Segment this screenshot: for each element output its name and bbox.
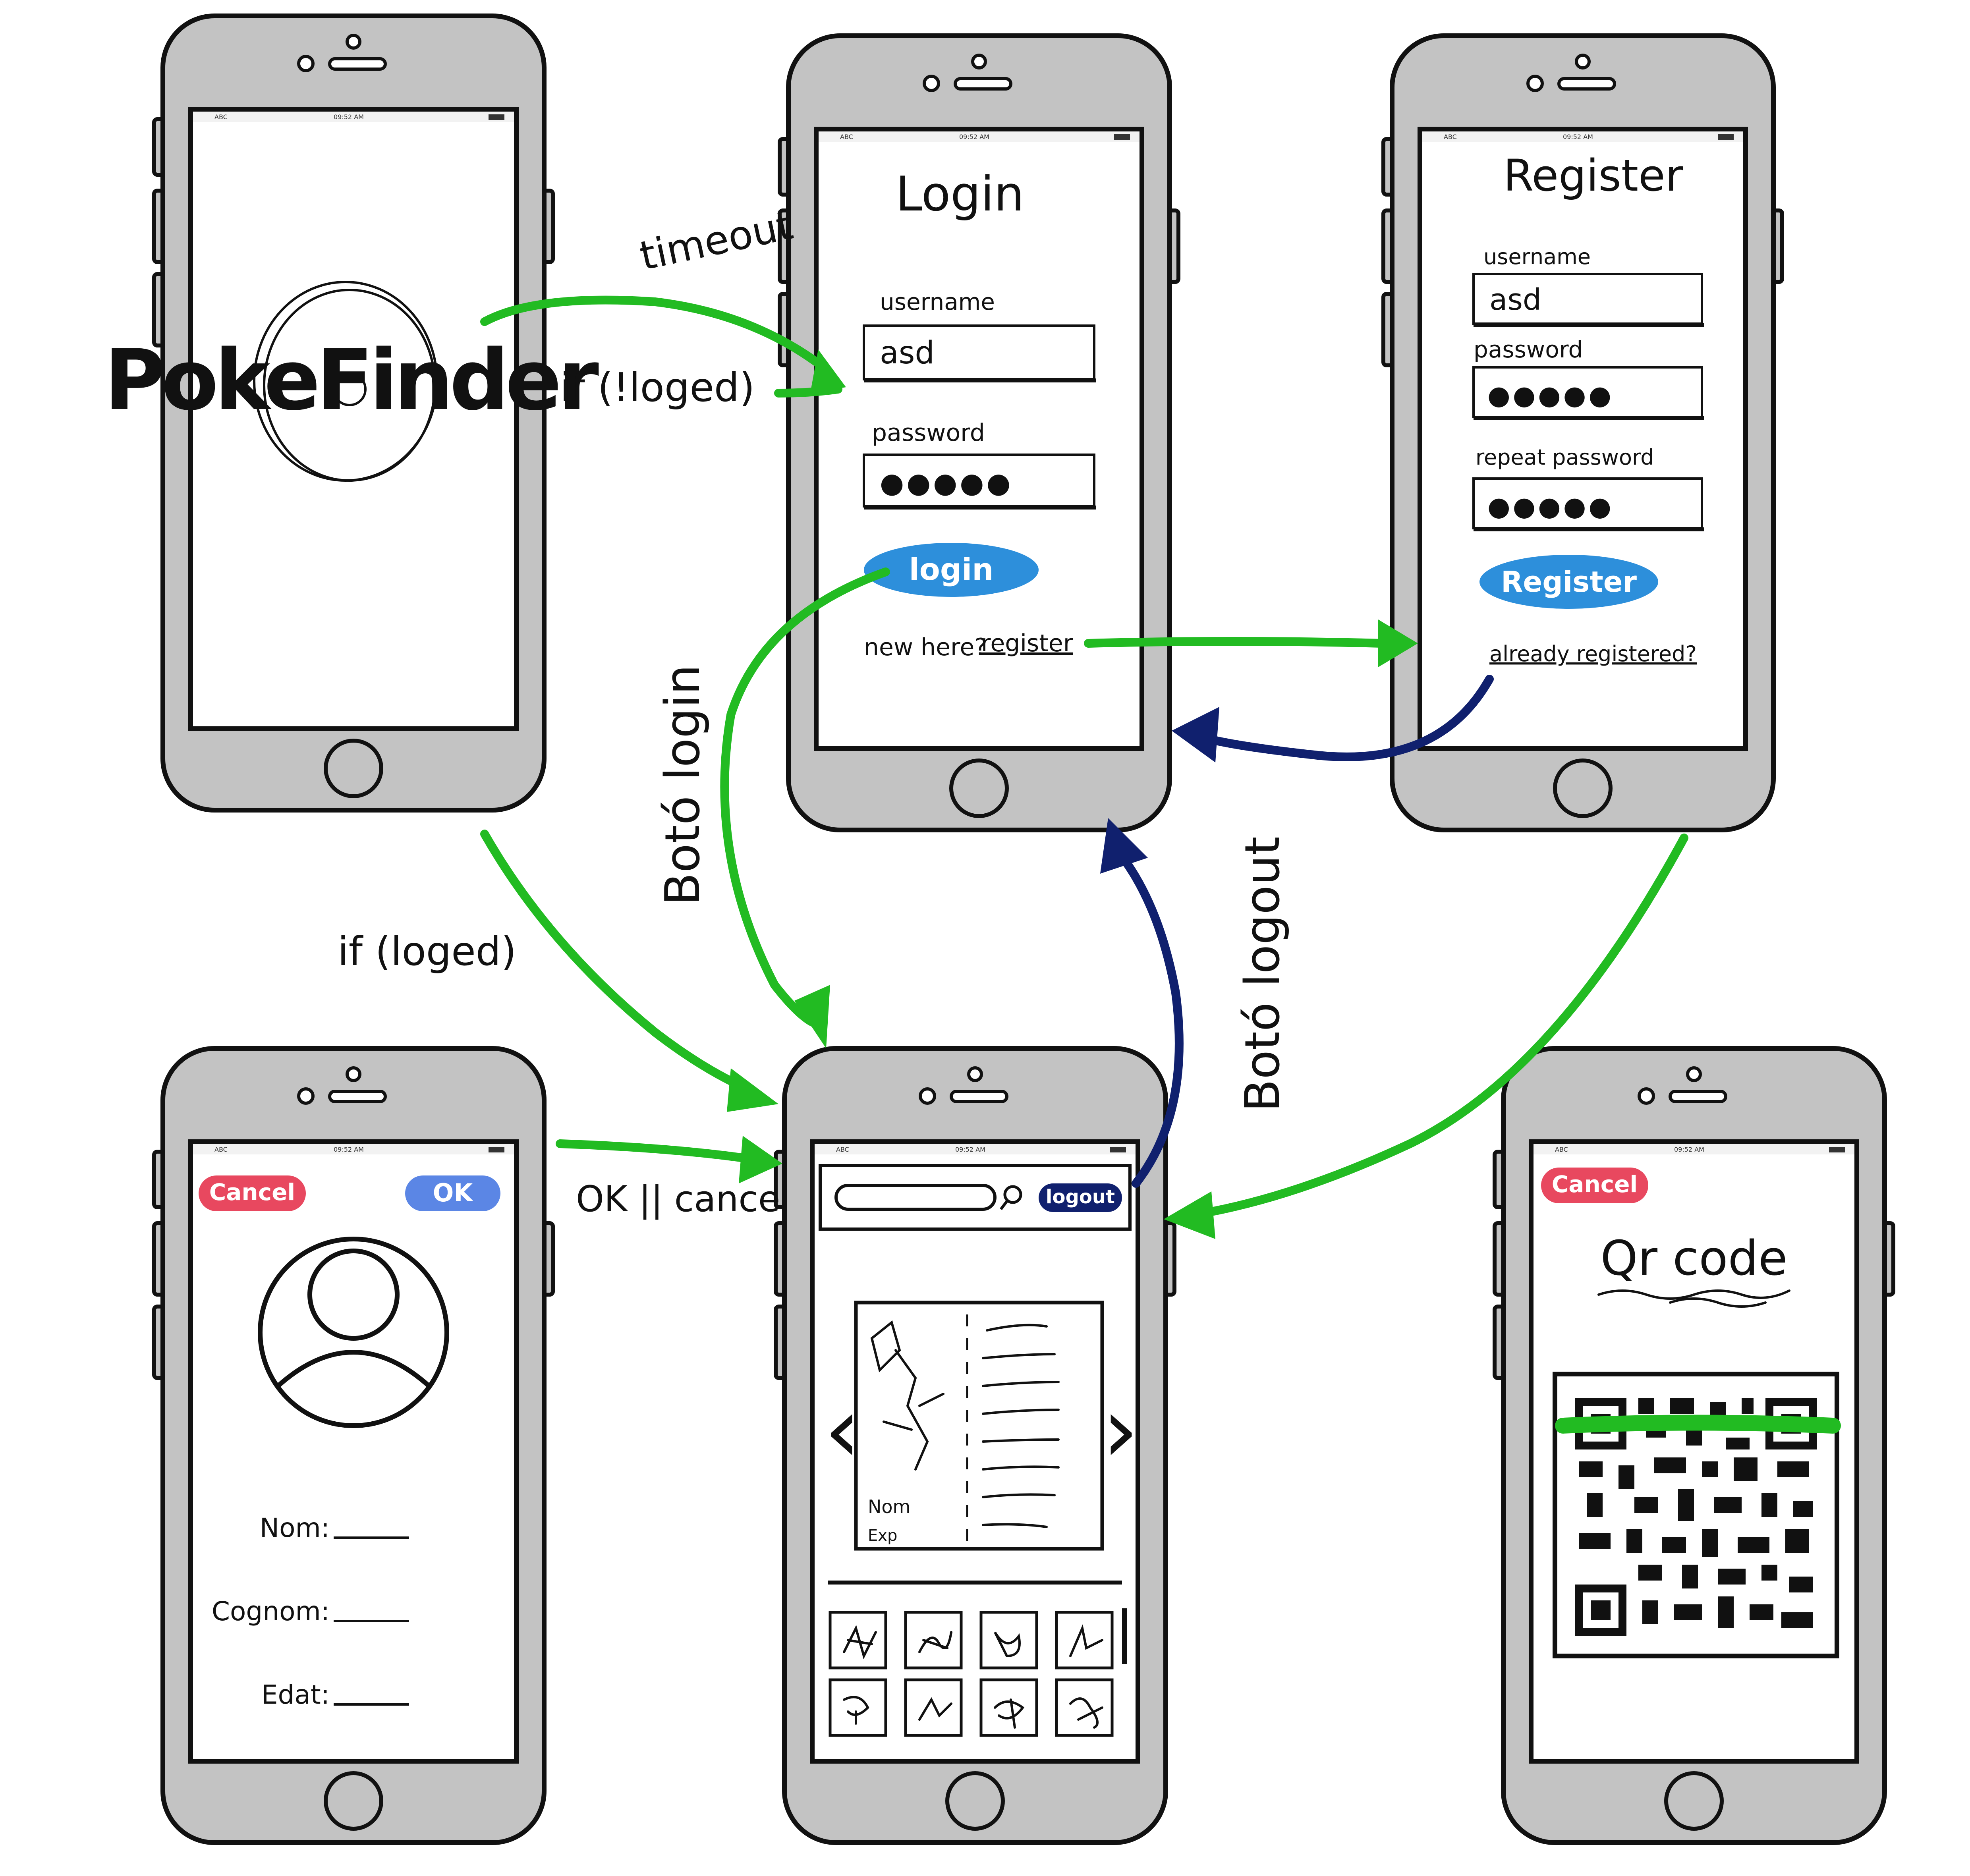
battery-icon — [1114, 134, 1130, 140]
arrowhead — [727, 1068, 778, 1112]
battery-icon — [489, 114, 504, 120]
qr-title: Qr code — [1600, 1231, 1787, 1286]
username-field[interactable]: asd — [1472, 273, 1704, 327]
password-value: ●●●●● — [1487, 380, 1614, 411]
repeat-password-value: ●●●●● — [1487, 491, 1614, 522]
login-title: Login — [896, 167, 1024, 222]
grid-item[interactable] — [1055, 1678, 1114, 1737]
status-carrier: ABC — [1555, 1146, 1568, 1153]
cancel-button-label: Cancel — [1552, 1171, 1638, 1198]
card-exp-label: Exp — [868, 1527, 897, 1545]
password-label: password — [872, 419, 985, 447]
status-time: 09:52 AM — [955, 1146, 985, 1153]
username-label: username — [1483, 244, 1591, 269]
already-registered-link[interactable]: already registered? — [1489, 641, 1697, 666]
label-not-logged: if (!loged) — [560, 364, 755, 411]
main-phone: ABC 09:52 AM logout Nom Exp ‹ › — [776, 1048, 1174, 1843]
battery-icon — [1110, 1147, 1126, 1152]
arrow-profile-to-main — [556, 1139, 759, 1164]
logout-button[interactable]: logout — [1039, 1183, 1122, 1212]
grid-item[interactable] — [829, 1611, 887, 1669]
cognom-label: Cognom: — [212, 1596, 330, 1627]
register-button-label: Register — [1501, 565, 1637, 598]
flow-diagram: ABC 09:52 AM PokeFinder ABC 09:52 AM Log… — [104, 0, 1970, 1876]
password-field[interactable]: ●●●●● — [1472, 366, 1704, 420]
cancel-button[interactable]: Cancel — [1541, 1168, 1648, 1203]
label-ok-cancel: OK || cancel — [576, 1178, 790, 1220]
status-carrier: ABC — [214, 113, 228, 121]
cancel-button-label: Cancel — [209, 1179, 296, 1206]
login-phone: ABC 09:52 AM Login username asd password… — [780, 36, 1178, 830]
grid-item[interactable] — [829, 1678, 887, 1737]
status-carrier: ABC — [836, 1146, 849, 1153]
password-value: ●●●●● — [880, 467, 1013, 499]
arrowhead — [1172, 707, 1219, 762]
username-value: asd — [1489, 283, 1541, 317]
label-timeout: timeout — [636, 202, 797, 279]
register-phone: ABC 09:52 AM Register username asd passw… — [1383, 36, 1782, 830]
register-prompt: new here? — [864, 633, 987, 661]
username-value: asd — [880, 335, 935, 371]
battery-icon — [1718, 134, 1734, 140]
label-logout-button: Botó logout — [1235, 836, 1290, 1112]
status-carrier: ABC — [840, 133, 853, 141]
login-button[interactable]: login — [864, 543, 1039, 597]
status-time: 09:52 AM — [334, 1146, 364, 1153]
qr-phone: ABC 09:52 AM Cancel Qr code — [1495, 1048, 1893, 1843]
label-login-button: Botó login — [655, 664, 711, 905]
status-time: 09:52 AM — [1674, 1146, 1704, 1153]
grid-item[interactable] — [904, 1678, 963, 1737]
grid-item[interactable] — [979, 1678, 1038, 1737]
profile-phone: ABC 09:52 AM Cancel OK Nom: Cognom: Edat… — [154, 1048, 553, 1843]
username-field[interactable]: asd — [863, 324, 1096, 382]
status-time: 09:52 AM — [334, 113, 364, 121]
nom-label: Nom: — [260, 1513, 330, 1543]
grid-item[interactable] — [979, 1611, 1038, 1669]
status-time: 09:52 AM — [959, 133, 989, 141]
qr-code-image — [1553, 1372, 1841, 1658]
pokefinder-logo: PokeFinder — [104, 332, 599, 429]
splash-phone: ABC 09:52 AM PokeFinder — [104, 16, 603, 810]
cancel-button[interactable]: Cancel — [199, 1175, 306, 1211]
login-button-label: login — [909, 552, 994, 587]
arrow-splash-to-login-tail — [774, 385, 842, 398]
username-label: username — [880, 288, 995, 315]
logout-button-label: logout — [1046, 1186, 1115, 1208]
register-link[interactable]: register — [981, 629, 1073, 657]
register-title: Register — [1503, 150, 1684, 201]
arrow-login-to-register — [1084, 637, 1387, 648]
label-logged: if (loged) — [338, 928, 516, 975]
grid-item[interactable] — [904, 1611, 963, 1669]
prev-arrow-icon[interactable]: ‹ — [824, 1377, 861, 1483]
repeat-password-field[interactable]: ●●●●● — [1472, 477, 1704, 531]
status-carrier: ABC — [1444, 133, 1457, 141]
battery-icon — [1829, 1147, 1845, 1152]
repeat-password-label: repeat password — [1476, 445, 1654, 470]
arrow-splash-to-main — [480, 830, 759, 1096]
status-time: 09:52 AM — [1563, 133, 1593, 141]
ok-button[interactable]: OK — [405, 1175, 500, 1211]
battery-icon — [489, 1147, 504, 1152]
scrollbar[interactable] — [1122, 1608, 1127, 1664]
card-name-label: Nom — [868, 1496, 910, 1517]
status-carrier: ABC — [214, 1146, 228, 1153]
register-button[interactable]: Register — [1479, 555, 1658, 609]
password-field[interactable]: ●●●●● — [863, 454, 1096, 510]
ok-button-label: OK — [433, 1178, 474, 1207]
next-arrow-icon[interactable]: › — [1102, 1377, 1139, 1483]
edat-label: Edat: — [261, 1679, 330, 1710]
scan-line — [1555, 1415, 1841, 1434]
pokemon-card[interactable]: Nom Exp — [854, 1301, 1104, 1551]
search-input[interactable] — [834, 1184, 997, 1211]
password-label: password — [1474, 336, 1583, 363]
